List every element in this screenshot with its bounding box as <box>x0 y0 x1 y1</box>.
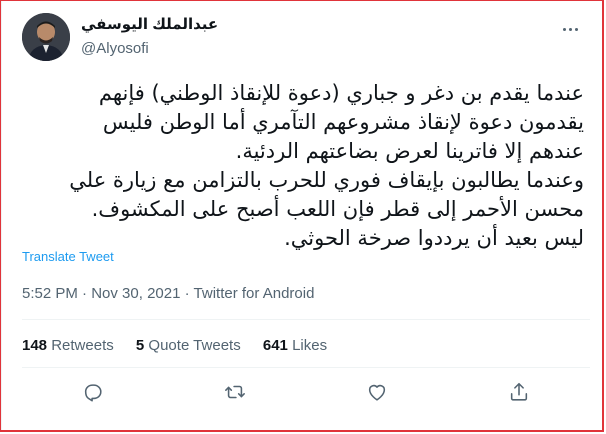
retweet-button[interactable] <box>223 380 247 404</box>
tweet-card: عبدالملك اليوسفي @Alyosofi عندما يقدم بن… <box>1 1 603 430</box>
tweet-time[interactable]: 5:52 PM <box>22 285 78 302</box>
like-button[interactable] <box>365 380 389 404</box>
tweet-text-line: عندما يقدم بن دغر و جباري (دعوة للإنقاذ … <box>98 81 584 105</box>
share-button[interactable] <box>507 380 531 404</box>
tweet-text-line: عندهم إلا فاترينا لعرض بضاعتهم الردئية. <box>235 139 584 163</box>
likes-label: Likes <box>292 337 328 354</box>
avatar[interactable] <box>22 13 70 61</box>
tweet-text-line: يقدمون دعوة لإنقاذ مشروعهم التآمري أما ا… <box>102 110 584 134</box>
divider <box>22 367 590 368</box>
retweets-label: Retweets <box>51 337 114 354</box>
quotes-count: 5 <box>135 337 145 354</box>
likes-count: 641 <box>262 337 288 354</box>
retweets-count: 148 <box>22 337 48 354</box>
more-options-icon[interactable] <box>560 19 580 39</box>
user-name-block: عبدالملك اليوسفي @Alyosofi <box>81 15 218 59</box>
tweet-metadata: 5:52 PM · Nov 30, 2021 · Twitter for And… <box>22 284 314 304</box>
reply-button[interactable] <box>81 380 105 404</box>
quotes-label: Quote Tweets <box>148 337 241 354</box>
tweet-text-line: محسن الأحمر إلى قطر فإن اللعب أصبح على ا… <box>91 197 584 221</box>
like-icon <box>368 384 386 401</box>
share-icon <box>510 382 528 401</box>
display-name[interactable]: عبدالملك اليوسفي <box>81 15 218 35</box>
avatar-photo <box>22 13 70 61</box>
meta-separator: · <box>184 285 190 302</box>
tweet-date[interactable]: Nov 30, 2021 <box>91 285 180 302</box>
retweet-icon <box>225 385 245 399</box>
meta-separator: · <box>82 285 88 302</box>
tweet-source[interactable]: Twitter for Android <box>194 285 315 302</box>
likes-stat[interactable]: 641 Likes <box>263 337 327 354</box>
tweet-text-line: وعندما يطالبون بإيقاف فوري للحرب بالتزام… <box>69 168 584 192</box>
tweet-stats: 148 Retweets 5 Quote Tweets 641 Likes <box>22 336 345 356</box>
tweet-header: عبدالملك اليوسفي @Alyosofi <box>22 13 590 61</box>
quote-tweets-stat[interactable]: 5 Quote Tweets <box>136 337 241 354</box>
reply-icon <box>84 384 102 402</box>
retweets-stat[interactable]: 148 Retweets <box>22 337 114 354</box>
tweet-text: عندما يقدم بن دغر و جباري (دعوة للإنقاذ … <box>16 79 584 253</box>
user-handle[interactable]: @Alyosofi <box>81 39 218 59</box>
tweet-actions-bar <box>22 374 590 410</box>
translate-tweet-link[interactable]: Translate Tweet <box>22 249 114 265</box>
divider <box>22 319 590 320</box>
